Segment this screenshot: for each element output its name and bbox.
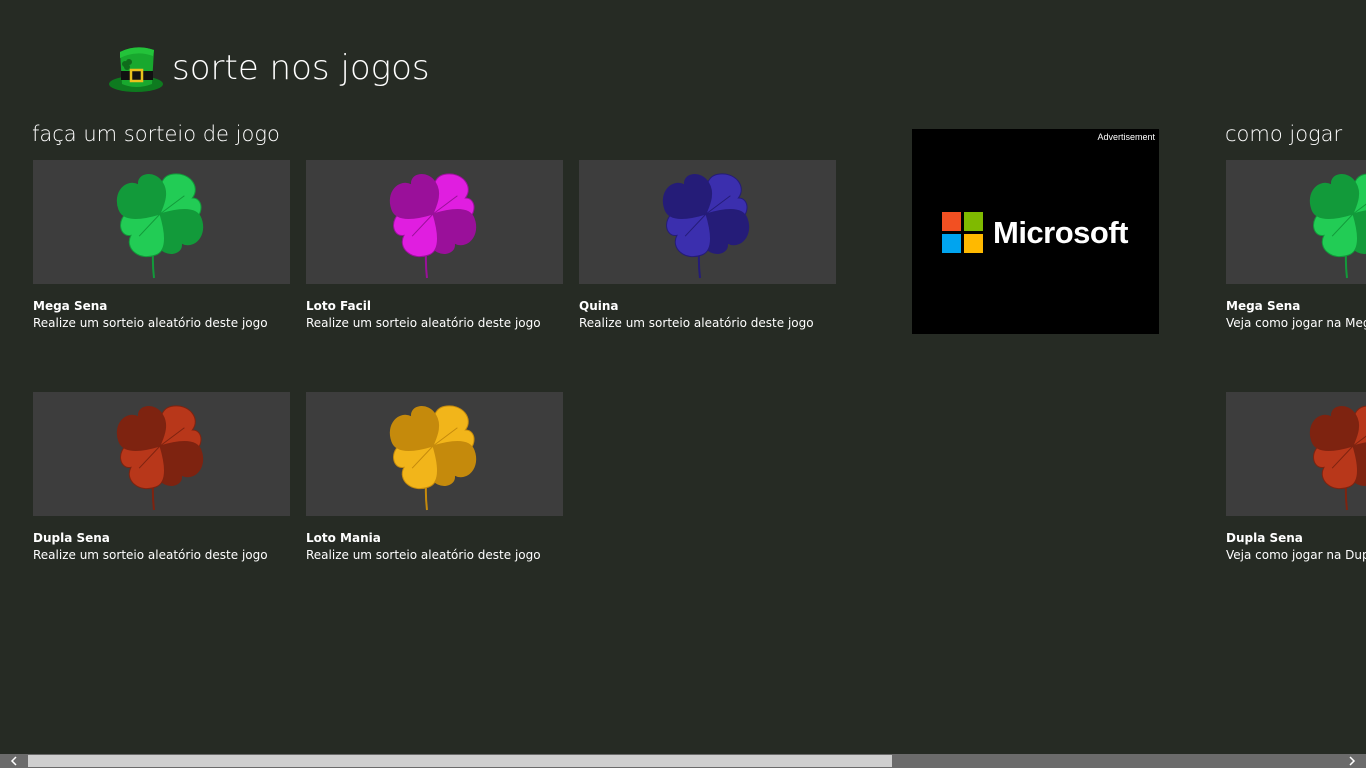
draw-tile-loto-mania[interactable]: Loto Mania Realize um sorteio aleatório … <box>306 392 563 563</box>
howto-section-heading[interactable]: como jogar <box>1225 122 1342 146</box>
tile-image <box>1226 392 1366 516</box>
clover-icon <box>116 405 203 511</box>
tile-subtitle: Realize um sorteio aleatório deste jogo <box>33 316 268 330</box>
logo-square <box>942 212 961 231</box>
draw-tile-quina[interactable]: Quina Realize um sorteio aleatório deste… <box>579 160 836 331</box>
tile-title: Dupla Sena <box>33 531 110 545</box>
tile-subtitle: Realize um sorteio aleatório deste jogo <box>33 548 268 562</box>
advertisement-label: Advertisement <box>1097 132 1155 142</box>
howto-clip: Mega Sena Veja como jogar na Mega Sena D… <box>0 0 1366 768</box>
scrollbar-thumb[interactable] <box>28 755 892 767</box>
clover-icon <box>116 173 203 279</box>
clover-icon <box>662 173 749 279</box>
tile-subtitle: Realize um sorteio aleatório deste jogo <box>579 316 814 330</box>
clover-icon <box>1309 173 1366 279</box>
hub-page: sorte nos jogos faça um sorteio de jogo … <box>0 0 1366 768</box>
tile-title: Loto Mania <box>306 531 381 545</box>
tile-subtitle: Realize um sorteio aleatório deste jogo <box>306 548 541 562</box>
tile-subtitle: Veja como jogar na Dupla Sena <box>1226 548 1366 562</box>
logo-square <box>964 234 983 253</box>
clover-icon <box>389 173 476 279</box>
draw-tile-loto-facil[interactable]: Loto Facil Realize um sorteio aleatório … <box>306 160 563 331</box>
tile-image <box>1226 160 1366 284</box>
howto-tile-mega-sena[interactable]: Mega Sena Veja como jogar na Mega Sena <box>1226 160 1366 331</box>
leprechaun-hat-icon <box>109 47 163 92</box>
advertisement-brand: Microsoft <box>993 214 1129 250</box>
tile-image <box>306 160 563 284</box>
tile-image <box>579 160 836 284</box>
tile-title: Mega Sena <box>33 299 108 313</box>
chevron-left-icon[interactable] <box>0 754 28 768</box>
microsoft-windows-logo-icon <box>942 212 983 253</box>
howto-tile-dupla-sena[interactable]: Dupla Sena Veja como jogar na Dupla Sena <box>1226 392 1366 563</box>
microsoft-logo: Microsoft <box>942 212 1129 253</box>
draw-tile-dupla-sena[interactable]: Dupla Sena Realize um sorteio aleatório … <box>33 392 290 563</box>
tile-subtitle: Veja como jogar na Mega Sena <box>1226 316 1366 330</box>
tile-image <box>306 392 563 516</box>
tile-subtitle: Realize um sorteio aleatório deste jogo <box>306 316 541 330</box>
tile-title: Mega Sena <box>1226 299 1301 313</box>
clover-icon <box>389 405 476 511</box>
tile-title: Loto Facil <box>306 299 371 313</box>
tile-image <box>33 392 290 516</box>
advertisement-banner[interactable]: Advertisement Microsoft <box>912 129 1159 334</box>
tile-image <box>33 160 290 284</box>
clover-icon <box>1309 405 1366 511</box>
app-header: sorte nos jogos <box>108 40 430 96</box>
draw-section-heading[interactable]: faça um sorteio de jogo <box>32 122 280 146</box>
tile-title: Dupla Sena <box>1226 531 1303 545</box>
horizontal-scrollbar[interactable] <box>0 754 1366 768</box>
logo-square <box>942 234 961 253</box>
draw-tile-mega-sena[interactable]: Mega Sena Realize um sorteio aleatório d… <box>33 160 290 331</box>
chevron-right-icon[interactable] <box>1338 754 1366 768</box>
tile-title: Quina <box>579 299 619 313</box>
app-title: sorte nos jogos <box>172 48 430 88</box>
logo-square <box>964 212 983 231</box>
